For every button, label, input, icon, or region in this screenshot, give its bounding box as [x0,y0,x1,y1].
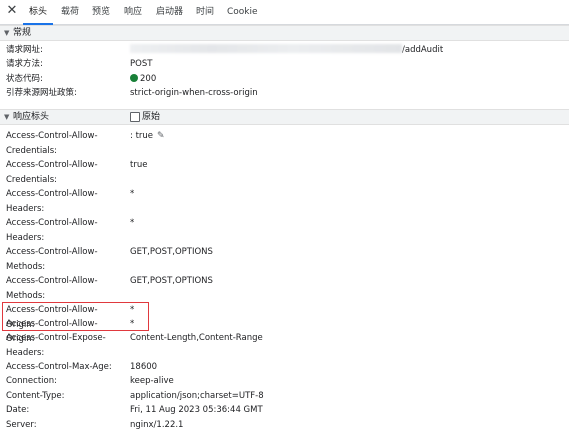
tab-initiator[interactable]: 启动器 [156,0,183,24]
tab-timing[interactable]: 时间 [196,0,214,24]
header-value: nginx/1.22.1 [130,420,184,430]
header-value: Content-Length,Content-Range [130,333,263,343]
response-headers-title: 响应标头 [13,112,50,122]
header-name: Access-Control-Max-Age: [6,362,112,372]
raw-checkbox[interactable] [130,112,140,122]
header-value: GET,POST,OPTIONS [130,247,213,257]
devtools-tabbar: ✕ 标头 载荷 预览 响应 启动器 时间 Cookie [0,0,569,25]
header-value: GET,POST,OPTIONS [130,276,213,286]
header-name: Content-Type: [6,391,65,401]
request-method-label: 请求方法: [6,59,43,69]
raw-checkbox-label: 原始 [142,112,161,122]
request-url-value: /addAudit [130,43,443,58]
header-name: Access-Control-Allow- Methods: [6,276,98,301]
status-ok-icon [130,74,138,82]
header-name: Access-Control-Allow- Methods: [6,247,98,272]
tab-headers[interactable]: 标头 [22,0,54,25]
header-value: 18600 [130,362,158,372]
header-name: Access-Control-Allow- Headers: [6,218,98,243]
header-value: * [130,189,135,199]
caret-down-icon: ▼ [4,29,10,37]
header-name: Connection: [6,376,57,386]
tab-preview[interactable]: 预览 [92,0,110,24]
highlight-box [2,302,149,331]
header-value: keep-alive [130,376,174,386]
referrer-policy-value: strict-origin-when-cross-origin [130,88,258,98]
header-value: Fri, 11 Aug 2023 05:36:44 GMT [130,405,263,415]
status-code-label: 状态代码: [6,74,43,84]
status-code-value: 200 [130,72,156,87]
caret-down-icon: ▼ [4,113,10,121]
header-value: : true ✎ [130,129,165,144]
header-name: Access-Control-Allow- Credentials: [6,160,98,185]
pencil-icon[interactable]: ✎ [157,129,165,144]
tab-cookie[interactable]: Cookie [227,0,258,24]
general-section-title: 常规 [13,28,32,38]
header-name: Access-Control-Expose- Headers: [6,333,106,358]
header-name: Access-Control-Allow- Credentials: [6,131,98,156]
request-url-label: 请求网址: [6,45,43,55]
header-value: * [130,218,135,228]
header-name: Date: [6,405,30,415]
referrer-policy-label: 引荐来源网址政策: [6,88,77,98]
header-name: Access-Control-Allow- Headers: [6,189,98,214]
request-method-value: POST [130,59,153,69]
header-value: true [130,160,148,170]
response-headers-section-header[interactable]: ▼ 响应标头 原始 [0,109,569,125]
tab-payload[interactable]: 载荷 [61,0,79,24]
header-name: Server: [6,420,37,430]
close-icon[interactable]: ✕ [5,4,19,18]
tab-response[interactable]: 响应 [124,0,142,24]
header-value: application/json;charset=UTF-8 [130,391,264,401]
redacted-url [130,44,402,53]
general-section-header[interactable]: ▼ 常规 [0,25,569,41]
